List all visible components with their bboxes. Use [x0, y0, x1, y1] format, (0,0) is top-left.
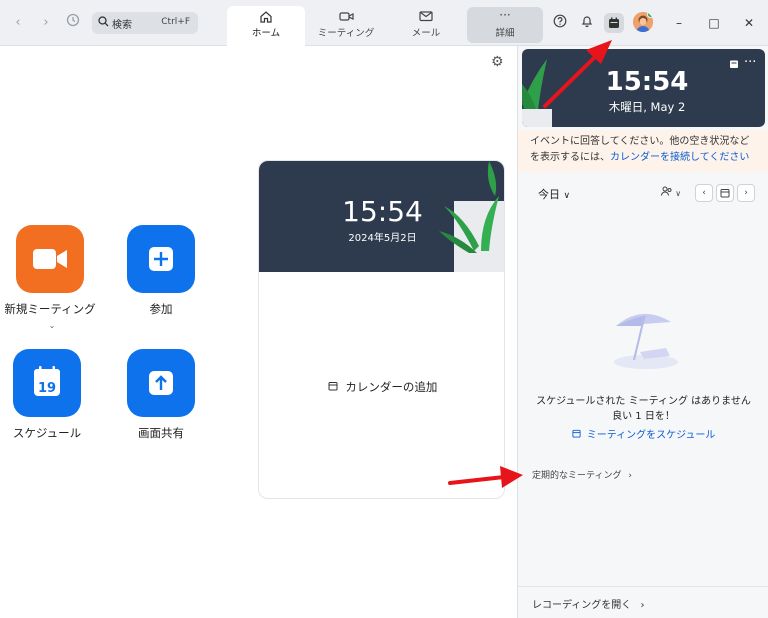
- recurring-meetings-link[interactable]: 定期的なミーティング ›: [532, 468, 632, 481]
- panel-hero: 15:54 木曜日, May 2 ···: [522, 49, 765, 127]
- new-meeting-button[interactable]: 新規ミーティング ⌄: [0, 225, 100, 331]
- more-options-icon[interactable]: ···: [744, 55, 756, 70]
- panel-date: 木曜日, May 2: [608, 100, 686, 114]
- close-icon[interactable]: ✕: [739, 13, 759, 33]
- calendar-notice: イベントに回答してください。他の空き状況などを表示するには、カレンダーを接続して…: [518, 130, 768, 172]
- search-shortcut: Ctrl+F: [161, 17, 190, 27]
- beach-umbrella-icon: [606, 304, 686, 378]
- card-date: 2024年5月2日: [348, 233, 417, 244]
- today-dropdown[interactable]: 今日 ∨: [538, 186, 570, 202]
- help-icon[interactable]: [550, 13, 570, 33]
- add-calendar-label: カレンダーの追加: [345, 380, 438, 394]
- schedule-meeting-link[interactable]: ミーティングをスケジュール: [518, 426, 768, 441]
- chevron-down-icon: ∨: [675, 189, 682, 198]
- open-recordings-link[interactable]: レコーディングを開く ›: [518, 586, 768, 618]
- video-icon: [307, 10, 385, 24]
- recurring-label: 定期的なミーティング: [532, 471, 622, 481]
- join-button[interactable]: 参加: [111, 225, 211, 317]
- settings-gear-icon[interactable]: ⚙: [491, 54, 504, 70]
- calendar-day-number: 19: [38, 381, 56, 396]
- back-arrow-icon[interactable]: ‹: [8, 13, 28, 33]
- today-label: 今日: [538, 188, 560, 201]
- mail-icon: [387, 10, 465, 24]
- calendar-panel-button[interactable]: [604, 13, 624, 33]
- tab-mail[interactable]: メール: [387, 6, 465, 46]
- schedule-button[interactable]: 19 スケジュール: [0, 349, 97, 441]
- video-camera-icon: [16, 225, 84, 293]
- search-box[interactable]: 検索 Ctrl+F: [92, 12, 198, 34]
- join-label: 参加: [149, 302, 173, 316]
- avatar[interactable]: [633, 12, 653, 32]
- more-icon: ···: [499, 8, 511, 22]
- chevron-right-icon: ›: [628, 471, 632, 481]
- tab-home-label: ホーム: [251, 28, 281, 39]
- calendar-small-icon: [328, 380, 346, 394]
- maximize-icon[interactable]: □: [704, 13, 724, 33]
- bell-icon[interactable]: [577, 13, 597, 33]
- add-calendar-button[interactable]: カレンダーの追加: [259, 379, 504, 395]
- calendar-small-icon: [571, 429, 587, 441]
- title-bar: ‹ › 検索 Ctrl+F ホーム ミーティング メール ··· 詳細 – □ …: [0, 0, 768, 46]
- history-icon[interactable]: [63, 13, 83, 33]
- chevron-down-icon: ∨: [563, 191, 571, 201]
- chevron-down-icon[interactable]: ⌄: [49, 321, 56, 330]
- calendar-card: 15:54 2024年5月2日 カレンダーの追加: [258, 160, 505, 499]
- calendar-icon: [608, 14, 620, 33]
- card-hero: 15:54 2024年5月2日: [259, 161, 504, 272]
- calendar-icon: 19: [13, 349, 81, 417]
- prev-day-button[interactable]: ‹: [695, 184, 713, 202]
- tab-more-label: 詳細: [495, 28, 515, 39]
- schedule-meeting-label: ミーティングをスケジュール: [586, 430, 716, 441]
- schedule-label: スケジュール: [12, 426, 82, 440]
- online-status-icon: [647, 12, 653, 18]
- open-recordings-label: レコーディングを開く: [532, 600, 632, 611]
- next-day-button[interactable]: ›: [737, 184, 755, 202]
- card-clock: 15:54: [342, 195, 423, 228]
- minimize-icon[interactable]: –: [669, 13, 689, 33]
- date-controls: 今日 ∨ ∨ ‹ ›: [518, 182, 768, 206]
- home-icon: [227, 10, 305, 24]
- tab-meetings-label: ミーティング: [317, 28, 375, 39]
- share-screen-button[interactable]: 画面共有: [111, 349, 211, 441]
- tab-mail-label: メール: [411, 28, 441, 39]
- good-day-text: 良い 1 日を！: [612, 411, 675, 422]
- search-label: 検索: [112, 20, 132, 31]
- people-icon: [661, 186, 675, 199]
- connect-calendar-link[interactable]: カレンダーを接続してください: [610, 152, 749, 163]
- search-icon: [98, 16, 109, 30]
- share-up-arrow-icon: [127, 349, 195, 417]
- tab-home[interactable]: ホーム: [227, 6, 305, 46]
- tab-meetings[interactable]: ミーティング: [307, 6, 385, 46]
- no-meetings-text: スケジュールされた ミーティング はありません: [536, 396, 751, 407]
- share-screen-label: 画面共有: [138, 426, 184, 440]
- plus-icon: [127, 225, 195, 293]
- participants-filter[interactable]: ∨: [661, 186, 681, 199]
- forward-arrow-icon[interactable]: ›: [36, 13, 56, 33]
- panel-clock: 15:54: [605, 67, 689, 97]
- calendar-picker-icon[interactable]: [716, 184, 734, 202]
- calendar-add-icon[interactable]: [729, 59, 739, 72]
- chevron-right-icon: ›: [640, 600, 645, 611]
- tab-more[interactable]: ··· 詳細: [467, 7, 543, 43]
- new-meeting-label: 新規ミーティング: [4, 302, 96, 316]
- calendar-side-panel: 15:54 木曜日, May 2 ··· イベントに回答してください。他の空き状…: [517, 46, 768, 618]
